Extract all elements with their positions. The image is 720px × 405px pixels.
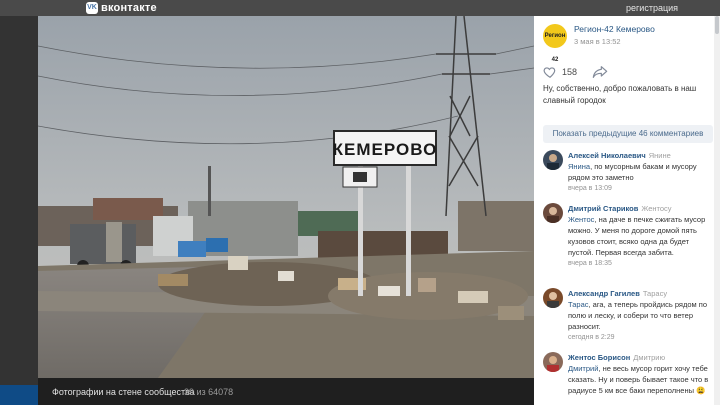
top-bar: VK вконтакте регистрация (0, 0, 720, 16)
brand-name[interactable]: вконтакте (101, 1, 157, 15)
comment-mention[interactable]: Дмитрий (568, 364, 598, 373)
comment-reply-to[interactable]: Тарасу (643, 289, 667, 298)
photo-counter: 39 из 64078 (184, 387, 234, 397)
group-avatar[interactable]: Регион 42 (543, 24, 567, 63)
vk-logo-icon[interactable]: VK (86, 2, 98, 14)
comment-author[interactable]: Алексей Николаевич (568, 151, 646, 160)
comment-mention[interactable]: Янина (568, 162, 590, 171)
comment-text: , ага, а теперь пройдись рядом по полю и… (568, 300, 708, 331)
post-date[interactable]: 3 мая в 13:52 (574, 37, 621, 47)
avatar[interactable] (543, 288, 563, 308)
comment-mention[interactable]: Тарас (568, 300, 589, 309)
caption-title[interactable]: Фотографии на стене сообщества (52, 386, 195, 398)
comment-author[interactable]: Александр Гагилев (568, 289, 640, 298)
comments-panel: Регион 42 Регион-42 Кемерово 3 мая в 13:… (534, 16, 714, 405)
comment-reply-to[interactable]: Янине (649, 151, 671, 160)
comment-date[interactable]: вчера в 18:35 (568, 259, 713, 269)
comment-date[interactable]: сегодня в 2:29 (568, 333, 713, 343)
photo-caption-bar: Фотографии на стене сообщества 39 из 640… (38, 378, 534, 405)
city-sign-text: КЕМЕРОВО (333, 140, 438, 159)
avatar[interactable] (543, 352, 563, 372)
scroll-thumb[interactable] (715, 16, 719, 34)
heart-icon[interactable] (543, 65, 557, 79)
backdrop-corner (0, 385, 38, 405)
post-text: Ну, собственно, добро пожаловать в наш с… (543, 84, 697, 105)
photo-viewer[interactable]: КЕМЕРОВО (38, 16, 534, 378)
avatar[interactable] (543, 203, 563, 223)
photo-image: КЕМЕРОВО (38, 16, 534, 378)
comment-author[interactable]: Дмитрий Стариков (568, 204, 638, 213)
register-link[interactable]: регистрация (626, 2, 678, 14)
comment-author[interactable]: Жентос Борисон (568, 353, 630, 362)
group-avatar-text: Регион 42 (544, 33, 566, 63)
comment-reply-to[interactable]: Дмитрию (633, 353, 665, 362)
group-name-link[interactable]: Регион-42 Кемерово (574, 24, 655, 35)
panel-scrollbar[interactable] (714, 16, 720, 405)
comment-mention[interactable]: Жентос (568, 215, 594, 224)
share-icon[interactable] (592, 65, 608, 79)
like-count: 158 (562, 67, 578, 77)
backdrop-left (0, 16, 38, 405)
avatar[interactable] (543, 150, 563, 170)
comment-reply-to[interactable]: Жентосу (641, 204, 671, 213)
show-previous-comments-button[interactable]: Показать предыдущие 46 комментариев (543, 125, 713, 143)
comment-date[interactable]: вчера в 13:09 (568, 184, 713, 194)
